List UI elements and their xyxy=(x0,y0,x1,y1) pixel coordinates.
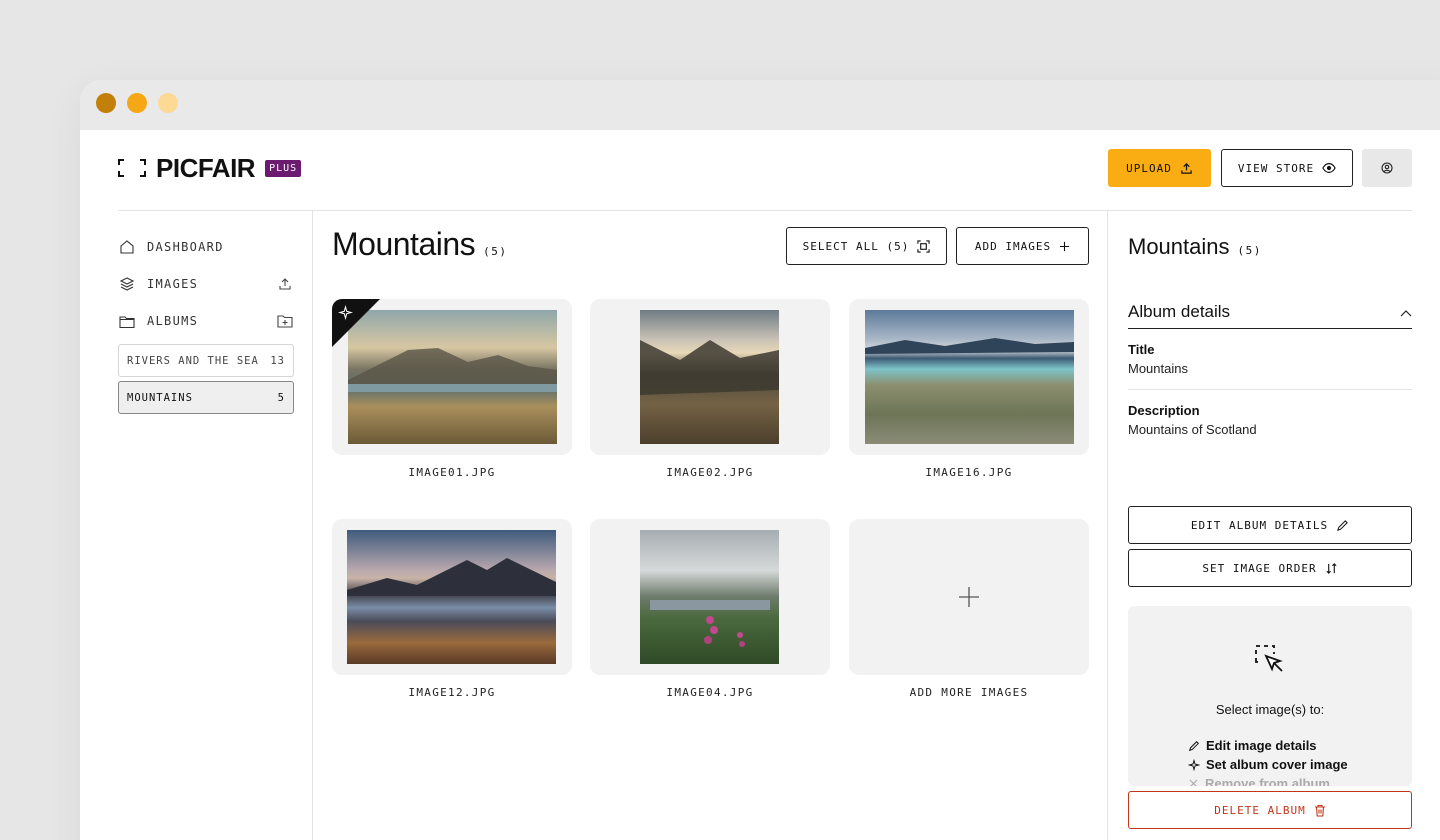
option-remove-from-album: Remove from album xyxy=(1188,776,1330,786)
sidebar-divider xyxy=(312,211,313,840)
edit-album-details-button[interactable]: EDIT ALBUM DETAILS xyxy=(1128,506,1412,544)
view-store-button[interactable]: VIEW STORE xyxy=(1221,149,1353,187)
frame-logo-icon xyxy=(118,159,146,177)
folder-icon xyxy=(118,312,136,330)
pencil-icon xyxy=(1188,740,1200,751)
account-button[interactable] xyxy=(1362,149,1412,187)
home-icon xyxy=(118,238,136,256)
album-title: Mountains xyxy=(332,226,476,262)
sidebar-item-label: IMAGES xyxy=(147,277,199,291)
panel-album-title: Mountains xyxy=(1128,234,1230,259)
field-divider xyxy=(1128,389,1412,390)
album-name: RIVERS AND THE SEA xyxy=(127,354,259,367)
title-field-label: Title xyxy=(1128,342,1155,357)
sidebar-item-label: ALBUMS xyxy=(147,314,199,328)
album-count: 5 xyxy=(277,391,285,404)
album-item-mountains[interactable]: MOUNTAINS 5 xyxy=(118,381,294,414)
selection-prompt: Select image(s) to: xyxy=(1215,702,1325,717)
description-field-label: Description xyxy=(1128,403,1200,418)
set-image-order-button[interactable]: SET IMAGE ORDER xyxy=(1128,549,1412,587)
upload-icon xyxy=(1181,162,1192,174)
chevron-up-icon xyxy=(1400,302,1412,322)
app-window: PICFAIR PLUS UPLOAD VIEW STORE DASHBOARD… xyxy=(80,80,1440,840)
sidebar-item-albums[interactable]: ALBUMS xyxy=(118,309,294,333)
panel-title: Mountains (5) xyxy=(1128,234,1262,260)
add-images-label: ADD IMAGES xyxy=(974,239,1052,253)
image-filename: IMAGE04.JPG xyxy=(666,686,754,699)
plus-icon xyxy=(1060,241,1070,251)
image-card[interactable] xyxy=(332,519,572,675)
cursor-select-icon xyxy=(1254,644,1286,681)
upload-button[interactable]: UPLOAD xyxy=(1108,149,1211,187)
delete-album-button[interactable]: DELETE ALBUM xyxy=(1128,791,1412,829)
option-label: Set album cover image xyxy=(1206,757,1348,772)
image-card[interactable] xyxy=(590,299,830,455)
selection-hint-card: Select image(s) to: Edit image details S… xyxy=(1128,606,1412,786)
set-image-order-label: SET IMAGE ORDER xyxy=(1202,561,1317,575)
trash-icon xyxy=(1314,804,1325,817)
option-label: Edit image details xyxy=(1206,738,1317,753)
album-image-count: (5) xyxy=(483,245,508,258)
album-details-accordion[interactable]: Album details xyxy=(1128,296,1412,329)
image-thumbnail xyxy=(640,530,779,664)
panel-divider xyxy=(1107,211,1108,840)
plus-icon xyxy=(959,587,979,607)
image-card[interactable] xyxy=(849,299,1089,455)
image-thumbnail xyxy=(865,310,1074,444)
option-set-album-cover: Set album cover image xyxy=(1188,757,1348,772)
description-field-value: Mountains of Scotland xyxy=(1128,422,1257,437)
image-card[interactable] xyxy=(590,519,830,675)
album-count: 13 xyxy=(270,354,285,367)
user-icon xyxy=(1381,162,1393,174)
upload-button-label: UPLOAD xyxy=(1126,161,1172,175)
view-store-button-label: VIEW STORE xyxy=(1237,161,1315,175)
eye-icon xyxy=(1322,163,1336,173)
close-icon xyxy=(1189,779,1198,786)
sparkle-icon xyxy=(337,304,354,325)
brand-logo[interactable]: PICFAIR PLUS xyxy=(118,153,302,183)
sort-icon xyxy=(1326,562,1337,574)
sparkle-icon xyxy=(1188,758,1200,771)
delete-album-label: DELETE ALBUM xyxy=(1214,803,1306,817)
select-frame-icon xyxy=(917,239,930,253)
option-label: Remove from album xyxy=(1205,776,1330,786)
sidebar-item-label: DASHBOARD xyxy=(147,240,224,254)
album-item-rivers-and-the-sea[interactable]: RIVERS AND THE SEA 13 xyxy=(118,344,294,377)
select-all-label: SELECT ALL (5) xyxy=(802,239,910,253)
album-name: MOUNTAINS xyxy=(127,391,193,404)
image-filename: IMAGE02.JPG xyxy=(666,466,754,479)
layers-icon xyxy=(118,275,136,293)
window-titlebar xyxy=(80,80,1440,130)
option-edit-image-details: Edit image details xyxy=(1188,738,1317,753)
page-title: Mountains (5) xyxy=(332,226,508,263)
folder-add-icon[interactable] xyxy=(276,312,294,330)
close-window-button[interactable] xyxy=(96,93,116,113)
add-images-button[interactable]: ADD IMAGES xyxy=(956,227,1089,265)
image-filename: IMAGE12.JPG xyxy=(408,686,496,699)
sidebar-item-images[interactable]: IMAGES xyxy=(118,272,294,296)
title-field-value: Mountains xyxy=(1128,361,1188,376)
sidebar-item-dashboard[interactable]: DASHBOARD xyxy=(118,235,294,259)
maximize-window-button[interactable] xyxy=(158,93,178,113)
minimize-window-button[interactable] xyxy=(127,93,147,113)
edit-album-details-label: EDIT ALBUM DETAILS xyxy=(1190,518,1329,532)
image-filename: IMAGE01.JPG xyxy=(408,466,496,479)
image-filename: IMAGE16.JPG xyxy=(925,466,1013,479)
plus-badge: PLUS xyxy=(265,159,302,177)
add-more-images-label: ADD MORE IMAGES xyxy=(909,686,1029,699)
brand-name: PICFAIR xyxy=(156,152,256,183)
select-all-button[interactable]: SELECT ALL (5) xyxy=(786,227,947,265)
accordion-label: Album details xyxy=(1128,302,1231,321)
image-card[interactable] xyxy=(332,299,572,455)
add-more-images-tile[interactable] xyxy=(849,519,1089,675)
upload-icon[interactable] xyxy=(276,275,294,293)
image-thumbnail xyxy=(640,310,779,444)
image-thumbnail xyxy=(347,530,556,664)
pencil-icon xyxy=(1337,519,1348,531)
panel-album-count: (5) xyxy=(1237,244,1262,257)
